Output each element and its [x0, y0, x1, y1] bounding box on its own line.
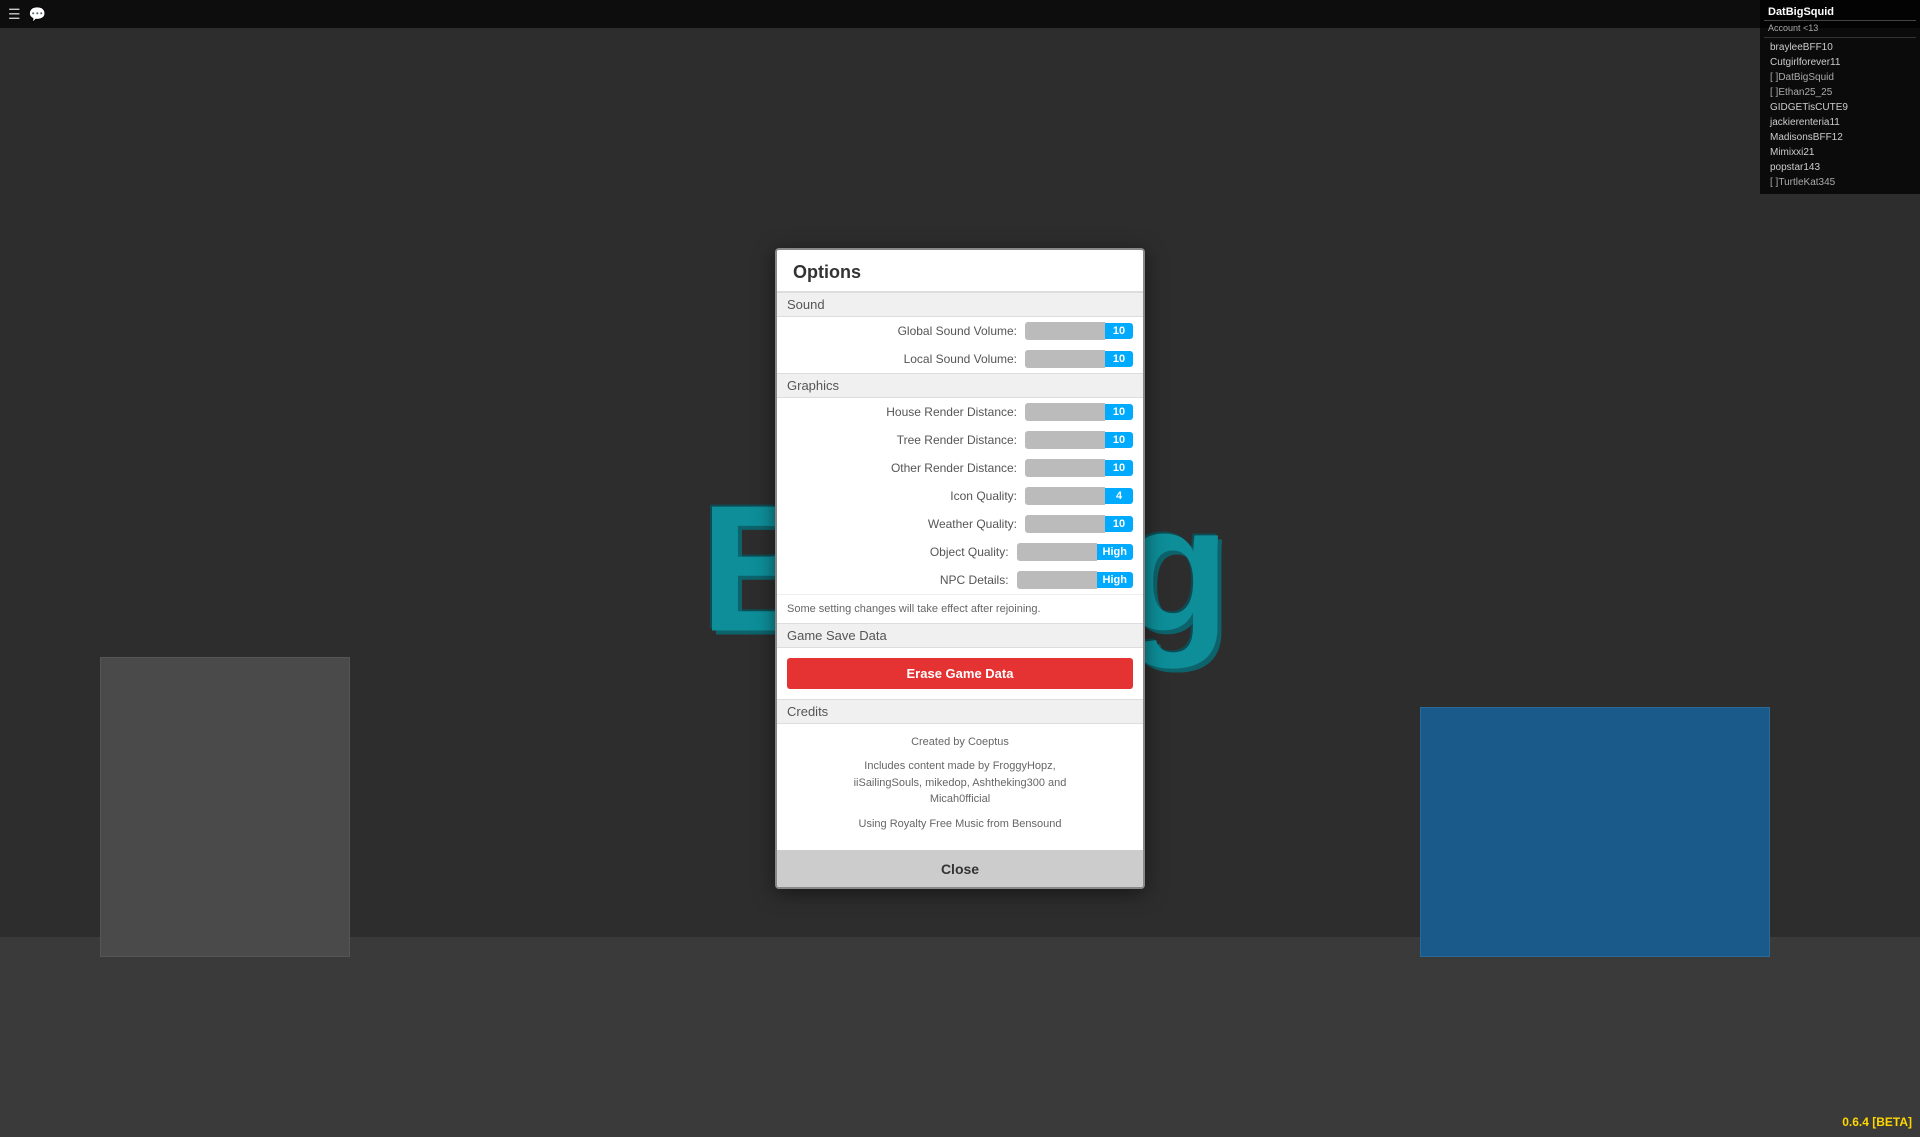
object-quality-row: Object Quality: High	[777, 538, 1143, 566]
global-sound-volume-track[interactable]	[1025, 322, 1105, 340]
house-render-distance-track[interactable]	[1025, 403, 1105, 421]
options-modal: Options Sound Global Sound Volume: 10 Lo…	[775, 248, 1145, 890]
tree-render-distance-row: Tree Render Distance: 10	[777, 426, 1143, 454]
credits-line-2: Includes content made by FroggyHopz,iiSa…	[787, 758, 1133, 808]
object-quality-track[interactable]	[1017, 543, 1097, 561]
object-quality-value: High	[1097, 544, 1133, 560]
house-render-distance-row: House Render Distance: 10	[777, 398, 1143, 426]
graphics-section-header: Graphics	[777, 373, 1143, 398]
modal-footer: Close	[777, 850, 1143, 887]
icon-quality-label: Icon Quality:	[787, 489, 1017, 503]
close-button[interactable]: Close	[777, 851, 1143, 887]
global-sound-volume-value: 10	[1105, 323, 1133, 339]
local-sound-volume-value: 10	[1105, 351, 1133, 367]
tree-render-distance-track[interactable]	[1025, 431, 1105, 449]
tree-render-distance-control[interactable]: 10	[1025, 431, 1133, 449]
npc-details-row: NPC Details: High	[777, 566, 1143, 594]
npc-details-value: High	[1097, 572, 1133, 588]
other-render-distance-track[interactable]	[1025, 459, 1105, 477]
icon-quality-track[interactable]	[1025, 487, 1105, 505]
sound-section-header: Sound	[777, 292, 1143, 317]
icon-quality-row: Icon Quality: 4	[777, 482, 1143, 510]
graphics-note: Some setting changes will take effect af…	[777, 594, 1143, 623]
credits-line-3: Using Royalty Free Music from Bensound	[787, 816, 1133, 833]
house-render-distance-label: House Render Distance:	[787, 405, 1017, 419]
npc-details-control[interactable]: High	[1017, 571, 1133, 589]
local-sound-volume-row: Local Sound Volume: 10	[777, 345, 1143, 373]
npc-details-track[interactable]	[1017, 571, 1097, 589]
credits-section-header: Credits	[777, 699, 1143, 724]
global-sound-volume-control[interactable]: 10	[1025, 322, 1133, 340]
modal-body[interactable]: Sound Global Sound Volume: 10 Local Soun…	[777, 292, 1143, 851]
object-quality-label: Object Quality:	[787, 545, 1009, 559]
weather-quality-value: 10	[1105, 516, 1133, 532]
icon-quality-value: 4	[1105, 488, 1133, 504]
modal-title: Options	[777, 250, 1143, 292]
house-render-distance-value: 10	[1105, 404, 1133, 420]
house-render-distance-control[interactable]: 10	[1025, 403, 1133, 421]
other-render-distance-value: 10	[1105, 460, 1133, 476]
game-save-section-header: Game Save Data	[777, 623, 1143, 648]
local-sound-volume-track[interactable]	[1025, 350, 1105, 368]
credits-content: Created by Coeptus Includes content made…	[777, 724, 1143, 851]
npc-details-label: NPC Details:	[787, 573, 1009, 587]
erase-game-data-button[interactable]: Erase Game Data	[787, 658, 1133, 689]
global-sound-volume-label: Global Sound Volume:	[787, 324, 1017, 338]
modal-overlay: Options Sound Global Sound Volume: 10 Lo…	[0, 0, 1920, 1137]
other-render-distance-control[interactable]: 10	[1025, 459, 1133, 477]
weather-quality-track[interactable]	[1025, 515, 1105, 533]
local-sound-volume-control[interactable]: 10	[1025, 350, 1133, 368]
other-render-distance-label: Other Render Distance:	[787, 461, 1017, 475]
weather-quality-label: Weather Quality:	[787, 517, 1017, 531]
weather-quality-row: Weather Quality: 10	[777, 510, 1143, 538]
game-save-section: Erase Game Data	[777, 648, 1143, 699]
icon-quality-control[interactable]: 4	[1025, 487, 1133, 505]
tree-render-distance-label: Tree Render Distance:	[787, 433, 1017, 447]
local-sound-volume-label: Local Sound Volume:	[787, 352, 1017, 366]
tree-render-distance-value: 10	[1105, 432, 1133, 448]
global-sound-volume-row: Global Sound Volume: 10	[777, 317, 1143, 345]
other-render-distance-row: Other Render Distance: 10	[777, 454, 1143, 482]
weather-quality-control[interactable]: 10	[1025, 515, 1133, 533]
object-quality-control[interactable]: High	[1017, 543, 1133, 561]
credits-line-1: Created by Coeptus	[787, 734, 1133, 751]
